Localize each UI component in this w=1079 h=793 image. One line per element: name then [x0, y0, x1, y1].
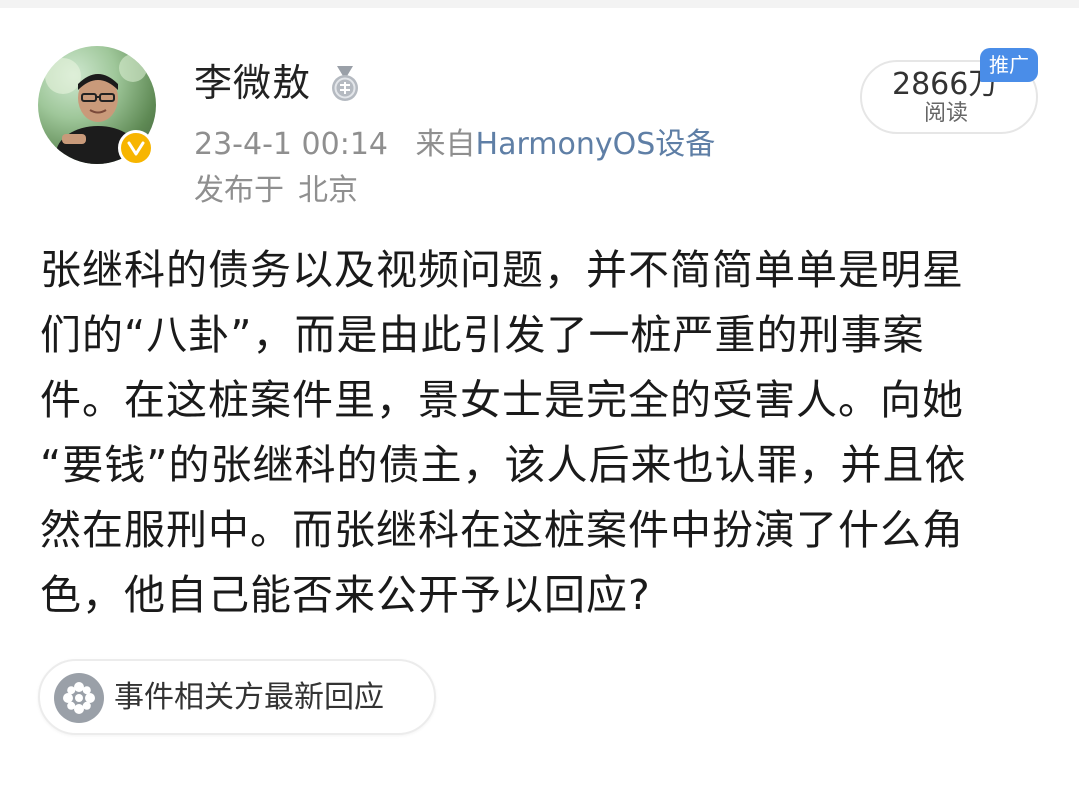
weibo-post-card: 李微敖 23-4-1 00:14 来自HarmonyOS设备 发布于 北京 286… — [0, 0, 1079, 793]
post-timestamp: 23-4-1 00:14 — [194, 127, 388, 162]
content-line: 件。在这桩案件里，景女士是完全的受害人。向她 — [40, 376, 964, 424]
verified-v-icon — [118, 130, 154, 166]
content-line: 然在服刑中。而张继科在这桩案件中扮演了什么角 — [40, 506, 964, 554]
content-line: 色，他自己能否来公开予以回应? — [40, 571, 651, 619]
medal-icon[interactable] — [328, 66, 362, 102]
promo-tag: 推广 — [980, 48, 1038, 82]
content-line: 张继科的债务以及视频问题，并不简简单单是明星 — [40, 246, 964, 294]
content-line: “要钱”的张继科的债主，该人后来也认罪，并且依 — [40, 441, 967, 489]
content-line: 们的“八卦”，而是由此引发了一桩严重的刑事案 — [40, 311, 925, 359]
author-name[interactable]: 李微敖 — [194, 60, 311, 106]
post-content: 张继科的债务以及视频问题，并不简简单单是明星 们的“八卦”，而是由此引发了一桩严… — [40, 238, 1050, 628]
topic-label: 事件相关方最新回应 — [114, 680, 384, 715]
post-location: 发布于 北京 — [194, 172, 358, 210]
source-prefix: 来自 — [415, 127, 476, 162]
device-link[interactable]: HarmonyOS设备 — [476, 127, 716, 162]
location-city: 北京 — [298, 173, 358, 208]
topic-chip[interactable]: 事件相关方最新回应 — [38, 659, 436, 735]
post-meta: 23-4-1 00:14 来自HarmonyOS设备 — [194, 126, 715, 164]
reads-label: 阅读 — [924, 101, 969, 126]
location-prefix: 发布于 — [194, 173, 284, 208]
topic-wheel-icon — [54, 673, 104, 723]
